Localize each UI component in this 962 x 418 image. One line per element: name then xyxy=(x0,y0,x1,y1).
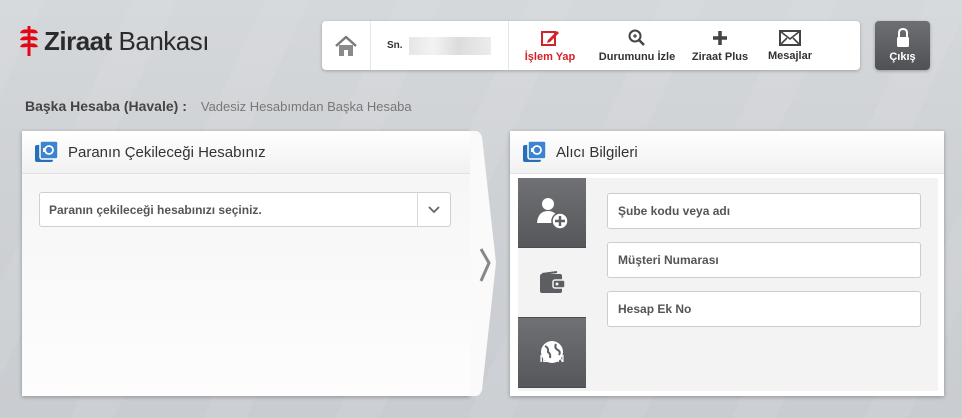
next-arrow-icon xyxy=(470,131,496,396)
ziraat-logo[interactable]: Ziraat Bankası xyxy=(18,24,210,58)
exit-label: Çıkış xyxy=(889,51,916,63)
panel-title: Alıcı Bilgileri xyxy=(556,143,638,161)
recipient-fields: Şube kodu veya adı Müşteri Numarası Hesa… xyxy=(607,193,921,340)
customer-name-masked xyxy=(408,36,491,55)
panel-title: Paranın Çekileceği Hesabınız xyxy=(68,143,266,161)
recipient-panel: Alıcı Bilgileri IBAN Şube kodu veya adı … xyxy=(510,131,944,396)
sn-label: Sn. xyxy=(387,40,403,51)
nav-label: Durumunu İzle xyxy=(598,50,676,63)
exit-button[interactable]: Çıkış xyxy=(875,21,930,70)
tab-account[interactable] xyxy=(518,248,586,318)
magnify-icon xyxy=(628,29,645,46)
person-add-icon xyxy=(537,197,569,230)
nav-durumunu-izle[interactable]: Durumunu İzle xyxy=(591,21,683,70)
panel-header: Paranın Çekileceği Hesabınız xyxy=(22,131,470,174)
recipient-body: IBAN Şube kodu veya adı Müşteri Numarası… xyxy=(518,178,938,391)
safe-icon xyxy=(35,140,59,162)
breadcrumb-main: Başka Hesaba (Havale) : xyxy=(25,98,187,114)
tab-iban[interactable]: IBAN xyxy=(518,318,586,388)
nav-label: İşlem Yap xyxy=(524,50,576,63)
breadcrumb: Başka Hesaba (Havale) : Vadesiz Hesabımd… xyxy=(25,98,412,114)
edit-icon xyxy=(541,30,559,46)
home-icon xyxy=(335,35,357,56)
branch-code-field[interactable]: Şube kodu veya adı xyxy=(607,193,921,229)
source-account-panel: Paranın Çekileceği Hesabınız Paranın çek… xyxy=(22,131,470,396)
iban-label: IBAN xyxy=(539,354,565,365)
select-placeholder: Paranın çekileceği hesabınızı seçiniz. xyxy=(49,202,262,217)
safe-icon xyxy=(523,140,547,162)
brand-name: Ziraat Bankası xyxy=(44,25,210,56)
wallet-icon xyxy=(540,270,566,293)
nav-label: Ziraat Plus xyxy=(691,50,749,63)
chevron-down-icon[interactable] xyxy=(418,192,450,227)
customer-number-field[interactable]: Müşteri Numarası xyxy=(607,242,921,278)
recipient-type-tabs: IBAN xyxy=(518,178,586,391)
breadcrumb-sub: Vadesiz Hesabımdan Başka Hesaba xyxy=(200,98,412,114)
nav-islem-yap[interactable]: İşlem Yap xyxy=(509,21,591,70)
panel-header: Alıcı Bilgileri xyxy=(510,131,944,174)
nav-mesajlar[interactable]: Mesajlar xyxy=(757,21,823,70)
tab-new-recipient[interactable] xyxy=(518,178,586,248)
nav-ziraat-plus[interactable]: Ziraat Plus xyxy=(683,21,757,70)
envelope-icon xyxy=(779,29,801,46)
lock-icon xyxy=(896,28,909,47)
ziraat-wheat-icon xyxy=(20,26,38,56)
home-button[interactable] xyxy=(322,21,371,70)
customer-name-area: Sn. xyxy=(371,21,509,70)
plus-icon xyxy=(713,30,727,45)
account-suffix-field[interactable]: Hesap Ek No xyxy=(607,291,921,327)
source-account-select[interactable]: Paranın çekileceği hesabınızı seçiniz. xyxy=(39,192,451,227)
top-navigation-bar: Sn. İşlem Yap Durumunu İzle Ziraat Plus … xyxy=(322,21,860,70)
nav-label: Mesajlar xyxy=(767,49,813,62)
